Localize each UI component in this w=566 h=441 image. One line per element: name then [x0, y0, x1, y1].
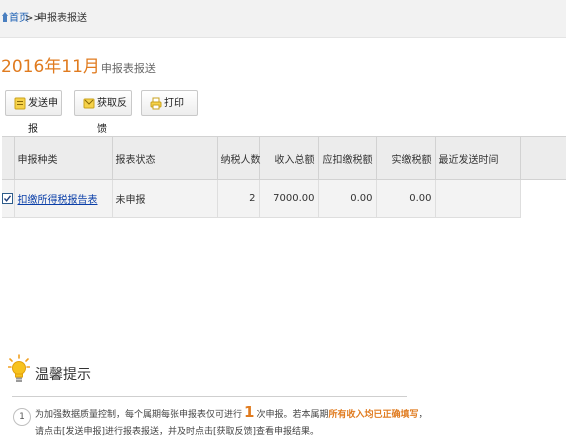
- row-last-sent: [435, 179, 521, 218]
- header-report-type: 申报种类: [14, 136, 113, 180]
- header-last-sent: 最近发送时间: [435, 136, 521, 180]
- send-icon: [14, 97, 26, 110]
- printer-icon: [150, 97, 162, 110]
- get-feedback-label: 获取反馈: [97, 98, 127, 135]
- table-header-row: 申报种类 报表状态 纳税人数 收入总额 应扣缴税额 实缴税额 最近发送时间: [2, 136, 566, 180]
- get-feedback-button[interactable]: 获取反馈: [74, 90, 132, 135]
- send-declaration-button[interactable]: 发送申报: [5, 90, 62, 135]
- header-status: 报表状态: [112, 136, 218, 180]
- row-report-type: 扣缴所得税报告表: [14, 179, 113, 218]
- page-title: 2016年11月申报表报送: [1, 52, 156, 78]
- tips-divider: [12, 396, 407, 397]
- lightbulb-icon: [8, 354, 30, 382]
- header-tax-paid: 实缴税额: [376, 136, 436, 180]
- tip-text: 为加强数据质量控制，每个属期每张申报表仅可进行 1 次申报。若本属期所有收入均已正确…: [35, 404, 435, 441]
- row-taxpayers: 2: [217, 179, 260, 218]
- page-subtitle: 申报表报送: [100, 62, 156, 75]
- tip-number-badge: 1: [13, 408, 31, 426]
- tip-text-before: 为加强数据质量控制，每个属期每张申报表仅可进行: [35, 410, 243, 420]
- table-row: 扣缴所得税报告表 未申报 2 7000.00 0.00 0.00: [2, 179, 566, 218]
- checkmark-icon: [4, 195, 12, 202]
- feedback-icon: [83, 98, 95, 109]
- row-checkbox[interactable]: [2, 192, 14, 204]
- breadcrumb-current: 申报表报送: [37, 13, 87, 24]
- breadcrumb: 首页 >> 申报表报送: [0, 0, 566, 38]
- row-select-cell: [2, 179, 15, 218]
- tip-text-middle: 次申报。若本属期: [256, 410, 329, 420]
- report-type-link[interactable]: 扣缴所得税报告表: [18, 195, 98, 206]
- tips-title: 温馨提示: [35, 367, 91, 383]
- row-total-income: 7000.00: [259, 179, 319, 218]
- period-label: 2016年11月: [1, 57, 100, 77]
- declaration-table: 申报种类 报表状态 纳税人数 收入总额 应扣缴税额 实缴税额 最近发送时间 扣缴…: [2, 136, 566, 218]
- header-taxpayers: 纳税人数: [217, 136, 261, 180]
- row-filler: [520, 179, 566, 218]
- row-status: 未申报: [112, 179, 218, 218]
- header-total-income: 收入总额: [259, 136, 319, 180]
- tip-count: 1: [244, 403, 255, 421]
- send-declaration-label: 发送申报: [28, 98, 58, 135]
- header-filler: [520, 136, 566, 180]
- home-icon: [2, 12, 8, 22]
- print-label: 打印: [164, 98, 184, 109]
- header-tax-withheld: 应扣缴税额: [318, 136, 377, 180]
- row-tax-withheld: 0.00: [318, 179, 377, 218]
- header-select-cell: [2, 136, 15, 180]
- tip-highlight: 所有收入均已正确填写: [328, 410, 419, 420]
- print-button[interactable]: 打印: [141, 90, 198, 116]
- row-tax-paid: 0.00: [376, 179, 436, 218]
